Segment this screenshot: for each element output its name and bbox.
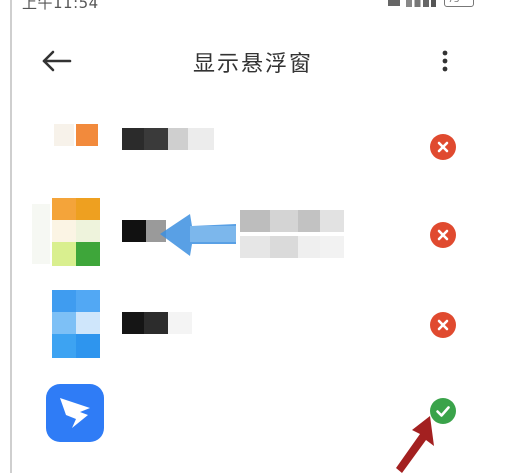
- app-row[interactable]: [0, 378, 506, 473]
- status-time: 上午11:54: [22, 0, 99, 12]
- wing-logo-icon: [60, 398, 90, 428]
- more-options-button[interactable]: [430, 44, 460, 78]
- app-row[interactable]: [0, 194, 506, 274]
- app-name-blurred: [240, 210, 344, 258]
- app-bar: 显示悬浮窗: [0, 38, 506, 82]
- status-bar: 上午11:54 73: [0, 0, 506, 18]
- app-icon-pixelated: [32, 196, 106, 268]
- app-name-blurred: [122, 312, 192, 334]
- signal-icon: [406, 0, 436, 7]
- permission-status-icon[interactable]: [430, 134, 456, 160]
- app-icon-pixelated: [46, 288, 106, 360]
- app-icon-pixelated: [46, 114, 106, 174]
- permission-status-icon[interactable]: [430, 222, 456, 248]
- more-vertical-icon: [442, 50, 448, 72]
- app-name-blurred: [122, 128, 214, 150]
- sim-icon: [388, 0, 400, 6]
- app-name-blurred: [122, 220, 166, 242]
- permission-status-icon[interactable]: [430, 312, 456, 338]
- permission-status-icon[interactable]: [430, 398, 456, 424]
- app-row[interactable]: [0, 106, 506, 186]
- dingtalk-app-icon: [46, 384, 104, 442]
- check-circle-icon: [436, 406, 450, 417]
- battery-level: 73: [448, 0, 460, 5]
- close-circle-icon: [437, 319, 449, 331]
- status-icons: 73: [388, 0, 478, 11]
- close-circle-icon: [437, 141, 449, 153]
- app-row[interactable]: [0, 284, 506, 364]
- battery-icon: 73: [444, 0, 474, 7]
- close-circle-icon: [437, 229, 449, 241]
